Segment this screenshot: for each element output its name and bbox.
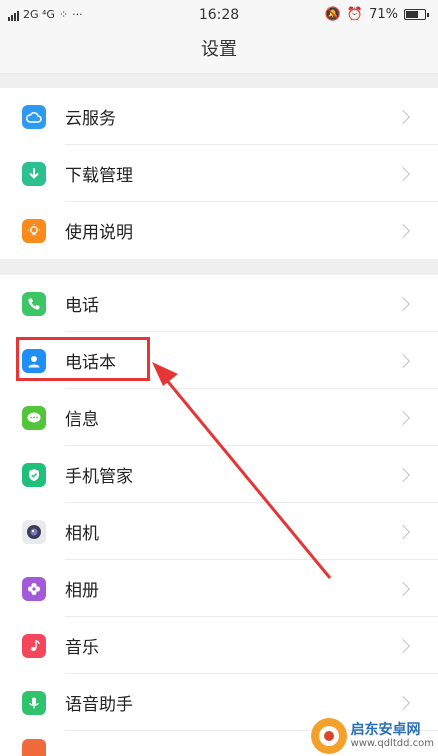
section-gap bbox=[0, 259, 438, 275]
mute-icon: 🔕 bbox=[324, 7, 341, 22]
chevron-right-icon bbox=[395, 353, 411, 368]
highlight-box bbox=[16, 337, 150, 381]
settings-item-label: 语音助手 bbox=[65, 695, 133, 715]
message-icon bbox=[22, 405, 46, 430]
watermark-logo-icon bbox=[310, 718, 347, 754]
settings-item-music[interactable]: 音乐 bbox=[0, 617, 438, 674]
settings-item-download-manager[interactable]: 下载管理 bbox=[0, 145, 438, 202]
settings-item-messages[interactable]: 信息 bbox=[0, 389, 438, 446]
settings-item-camera[interactable]: 相机 bbox=[0, 503, 438, 560]
settings-item-label: 手机管家 bbox=[65, 467, 133, 487]
music-icon bbox=[22, 633, 46, 658]
chevron-right-icon bbox=[395, 524, 411, 539]
settings-item-album[interactable]: 相册 bbox=[0, 560, 438, 617]
watermark-name: 启东安卓网 bbox=[350, 721, 421, 738]
album-icon bbox=[22, 576, 46, 601]
section-gap bbox=[0, 74, 438, 88]
chevron-right-icon bbox=[395, 109, 411, 124]
settings-item-label: 电话 bbox=[65, 296, 99, 316]
status-bar: 2G ⁴G ⁘ ··· 16:28 🔕 ⏰ 71% bbox=[0, 0, 438, 30]
camera-icon bbox=[22, 519, 46, 544]
alarm-icon: ⏰ bbox=[346, 7, 364, 22]
settings-item-label: 相机 bbox=[65, 524, 99, 544]
status-right: 🔕 ⏰ 71% bbox=[324, 7, 429, 22]
settings-item-cloud-service[interactable]: 云服务 bbox=[0, 88, 438, 145]
chevron-right-icon bbox=[395, 166, 411, 181]
chevron-right-icon bbox=[395, 695, 411, 710]
settings-item-label: 使用说明 bbox=[65, 223, 133, 243]
chevron-right-icon bbox=[395, 467, 411, 482]
settings-item-label: 信息 bbox=[65, 410, 99, 430]
page-title: 设置 bbox=[201, 39, 237, 60]
page-title-bar: 设置 bbox=[0, 30, 438, 74]
settings-item-label: 下载管理 bbox=[65, 166, 133, 186]
settings-item-phone[interactable]: 电话 bbox=[0, 275, 438, 332]
settings-item-user-guide[interactable]: 使用说明 bbox=[0, 202, 438, 259]
chevron-right-icon bbox=[395, 296, 411, 311]
cloud-icon bbox=[22, 104, 46, 129]
battery-icon bbox=[404, 9, 429, 20]
lightbulb-icon bbox=[22, 218, 46, 243]
phone-icon bbox=[22, 291, 46, 316]
settings-item-label: 音乐 bbox=[65, 638, 99, 658]
download-icon bbox=[22, 161, 46, 186]
chevron-right-icon bbox=[395, 223, 411, 238]
watermark-url: www.qdltdd.com bbox=[350, 738, 434, 750]
chevron-right-icon bbox=[395, 638, 411, 653]
chevron-right-icon bbox=[395, 410, 411, 425]
watermark: 启东安卓网 www.qdltdd.com bbox=[310, 718, 434, 754]
app-icon bbox=[22, 739, 46, 756]
shield-icon bbox=[22, 462, 46, 487]
settings-item-phone-manager[interactable]: 手机管家 bbox=[0, 446, 438, 503]
battery-percent: 71% bbox=[369, 7, 398, 22]
settings-item-label: 云服务 bbox=[65, 109, 116, 129]
microphone-icon bbox=[22, 690, 46, 715]
chevron-right-icon bbox=[395, 581, 411, 596]
settings-item-label: 相册 bbox=[65, 581, 99, 601]
